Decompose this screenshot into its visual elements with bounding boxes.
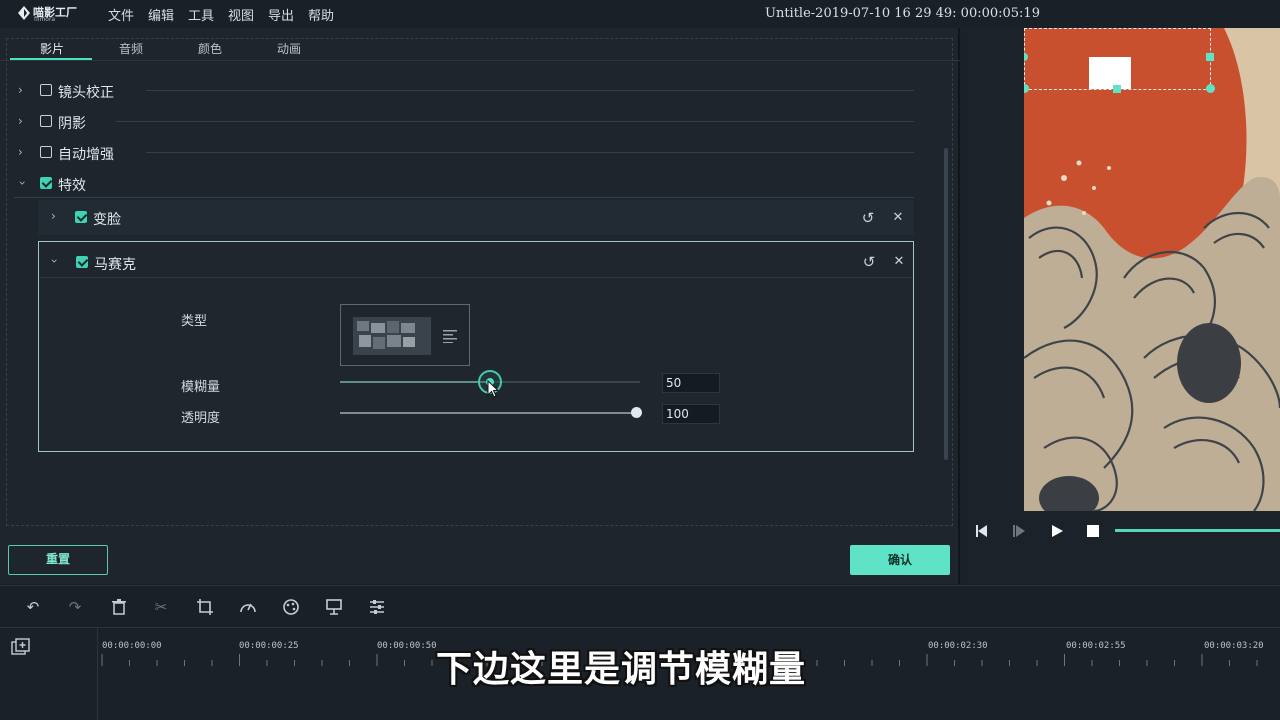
- menu-edit[interactable]: 编辑: [148, 5, 174, 24]
- app-logo: 喵影工厂 filmora: [18, 3, 78, 25]
- close-icon[interactable]: ✕: [890, 210, 906, 226]
- playback-progress[interactable]: [1115, 529, 1280, 532]
- mouse-cursor-icon: [487, 380, 500, 398]
- window-title: Untitle-2019-07-10 16 29 49: 00:00:05:19: [765, 6, 1040, 21]
- undo-icon[interactable]: ↶: [24, 598, 42, 616]
- mosaic-checkbox[interactable]: [76, 256, 88, 268]
- resize-handle[interactable]: [1113, 85, 1121, 93]
- section-lens-correction[interactable]: › 镜头校正: [14, 77, 914, 105]
- stop-icon[interactable]: [1086, 524, 1100, 538]
- cut-icon[interactable]: ✂: [152, 598, 170, 616]
- section-auto-enhance[interactable]: › 自动增强: [14, 139, 914, 167]
- menu-export[interactable]: 导出: [268, 5, 294, 24]
- wave-artwork: [1024, 28, 1280, 511]
- lens-correction-checkbox[interactable]: [40, 84, 52, 96]
- divider: [146, 152, 914, 153]
- mosaic-region: [1089, 57, 1131, 89]
- speed-icon[interactable]: [239, 598, 257, 616]
- opacity-slider-fill: [340, 412, 636, 414]
- chevron-right-icon[interactable]: ›: [18, 114, 23, 128]
- ok-button[interactable]: 确认: [850, 545, 950, 575]
- timecode: 00:00:00:00: [102, 641, 162, 651]
- add-track-icon[interactable]: [11, 638, 31, 656]
- divider: [14, 197, 914, 198]
- properties-scrollbar[interactable]: [944, 148, 948, 460]
- close-icon[interactable]: ✕: [891, 254, 907, 270]
- delete-icon[interactable]: [110, 598, 128, 616]
- section-label: 阴影: [58, 116, 86, 132]
- blur-value-input[interactable]: 50: [662, 373, 720, 393]
- next-frame-icon[interactable]: [1012, 524, 1026, 538]
- chevron-down-icon[interactable]: ›: [47, 259, 61, 264]
- divider: [116, 121, 914, 122]
- timeline-track-header: [0, 628, 98, 720]
- logo-subtext: filmora: [34, 16, 56, 23]
- divider: [146, 90, 914, 91]
- video-subtitle: 下边这里是调节模糊量: [436, 649, 807, 690]
- color-icon[interactable]: [282, 598, 300, 616]
- section-label: 自动增强: [58, 147, 114, 163]
- chevron-right-icon[interactable]: ›: [51, 209, 56, 223]
- preview-image: [1024, 28, 1280, 511]
- opacity-slider-handle[interactable]: [631, 407, 642, 418]
- resize-handle[interactable]: [1206, 53, 1214, 61]
- resize-handle[interactable]: [1206, 84, 1215, 93]
- menu-bar: 喵影工厂 filmora 文件 编辑 工具 视图 导出 帮助 Untitle-2…: [0, 0, 1280, 28]
- menu-tools[interactable]: 工具: [188, 5, 214, 24]
- shadow-checkbox[interactable]: [40, 115, 52, 127]
- opacity-slider[interactable]: [340, 407, 642, 418]
- type-label: 类型: [181, 314, 208, 329]
- mosaic-region-box[interactable]: [1024, 28, 1211, 90]
- prev-frame-icon[interactable]: [975, 524, 989, 538]
- effects-checkbox[interactable]: [40, 177, 52, 189]
- edit-toolbar: ↶ ↷ ✂: [0, 585, 1280, 628]
- effect-label: 马赛克: [94, 257, 136, 273]
- mosaic-pattern-icon: [353, 317, 431, 355]
- opacity-label: 透明度: [181, 411, 221, 426]
- timecode: 00:00:00:50: [377, 641, 437, 651]
- menu-file[interactable]: 文件: [108, 5, 134, 24]
- divider: [39, 277, 912, 278]
- logo-icon: [18, 6, 30, 20]
- timecode: 00:00:03:20: [1204, 641, 1264, 651]
- section-effects[interactable]: › 特效: [14, 170, 914, 198]
- section-label: 镜头校正: [58, 85, 114, 101]
- section-label: 特效: [58, 178, 86, 194]
- menu-help[interactable]: 帮助: [308, 5, 334, 24]
- redo-icon[interactable]: ↷: [66, 598, 84, 616]
- section-shadow[interactable]: › 阴影: [14, 108, 914, 136]
- timecode: 00:00:00:25: [239, 641, 299, 651]
- opacity-value-input[interactable]: 100: [662, 404, 720, 424]
- play-icon[interactable]: [1050, 524, 1064, 538]
- effect-mosaic: › 马赛克 ↺ ✕: [38, 241, 914, 452]
- effect-label: 变脸: [93, 212, 121, 228]
- reset-icon[interactable]: ↺: [860, 210, 876, 226]
- timecode: 00:00:02:55: [1066, 641, 1126, 651]
- audio-adjust-icon[interactable]: [368, 598, 386, 616]
- chevron-right-icon[interactable]: ›: [18, 145, 23, 159]
- reset-icon[interactable]: ↺: [861, 254, 877, 270]
- chevron-right-icon[interactable]: ›: [18, 83, 23, 97]
- reset-button[interactable]: 重置: [8, 545, 108, 575]
- chevron-down-icon[interactable]: ›: [15, 181, 29, 186]
- mosaic-type-selector[interactable]: [340, 304, 470, 366]
- menu-view[interactable]: 视图: [228, 5, 254, 24]
- blur-slider-fill: [340, 381, 490, 383]
- auto-enhance-checkbox[interactable]: [40, 146, 52, 158]
- player-controls: [962, 516, 1280, 546]
- effect-face-off[interactable]: › 变脸 ↺ ✕: [38, 200, 914, 235]
- crop-icon[interactable]: [196, 598, 214, 616]
- green-screen-icon[interactable]: [325, 598, 343, 616]
- face-off-checkbox[interactable]: [75, 211, 87, 223]
- menu-lines-icon[interactable]: [443, 329, 457, 343]
- timecode: 00:00:02:30: [928, 641, 988, 651]
- blur-label: 模糊量: [181, 380, 221, 395]
